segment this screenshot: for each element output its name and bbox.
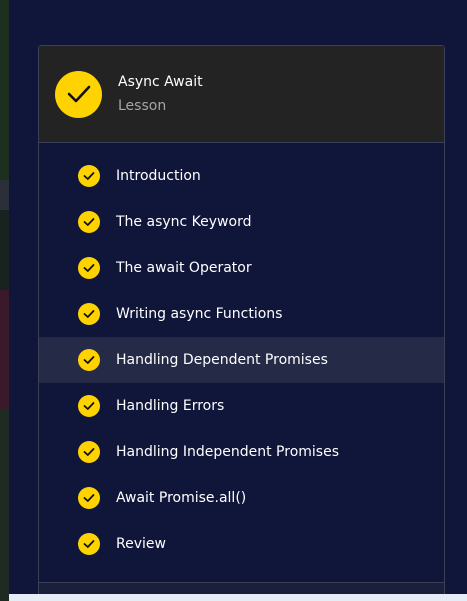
lesson-item-handling-dependent-promises[interactable]: Handling Dependent Promises <box>39 337 444 383</box>
check-circle-icon <box>78 303 100 325</box>
lesson-item-label: Review <box>116 536 166 552</box>
lesson-header-text: Async Await Lesson <box>118 73 203 115</box>
lesson-item-label: Handling Dependent Promises <box>116 352 328 368</box>
lesson-item-list: Introduction The async Keyword The await… <box>39 143 444 567</box>
lesson-item-label: Await Promise.all() <box>116 490 247 506</box>
lesson-item-introduction[interactable]: Introduction <box>39 153 444 199</box>
lesson-item-label: The async Keyword <box>116 214 252 230</box>
lesson-item-label: The await Operator <box>116 260 252 276</box>
lesson-item-handling-errors[interactable]: Handling Errors <box>39 383 444 429</box>
lesson-panel: Async Await Lesson Introduction The asyn… <box>38 45 445 601</box>
bottom-bar <box>9 594 467 601</box>
lesson-item-review[interactable]: Review <box>39 521 444 567</box>
lesson-item-handling-independent-promises[interactable]: Handling Independent Promises <box>39 429 444 475</box>
lesson-item-await-promise-all[interactable]: Await Promise.all() <box>39 475 444 521</box>
lesson-header: Async Await Lesson <box>39 46 444 143</box>
lesson-item-label: Writing async Functions <box>116 306 283 322</box>
lesson-title: Async Await <box>118 74 203 90</box>
check-circle-icon <box>78 257 100 279</box>
check-circle-icon <box>78 533 100 555</box>
lesson-item-label: Handling Errors <box>116 398 225 414</box>
check-circle-icon <box>55 70 102 118</box>
lesson-item-async-keyword[interactable]: The async Keyword <box>39 199 444 245</box>
background-page-strip <box>0 0 9 601</box>
checkmark-icon <box>67 85 90 103</box>
check-circle-icon <box>78 349 100 371</box>
check-circle-icon <box>78 211 100 233</box>
lesson-item-label: Introduction <box>116 168 201 184</box>
screen: Async Await Lesson Introduction The asyn… <box>0 0 467 601</box>
check-circle-icon <box>78 165 100 187</box>
lesson-type: Lesson <box>118 98 167 114</box>
check-circle-icon <box>78 441 100 463</box>
lesson-item-label: Handling Independent Promises <box>116 444 339 460</box>
lesson-item-await-operator[interactable]: The await Operator <box>39 245 444 291</box>
check-circle-icon <box>78 487 100 509</box>
check-circle-icon <box>78 395 100 417</box>
lesson-item-writing-async-functions[interactable]: Writing async Functions <box>39 291 444 337</box>
